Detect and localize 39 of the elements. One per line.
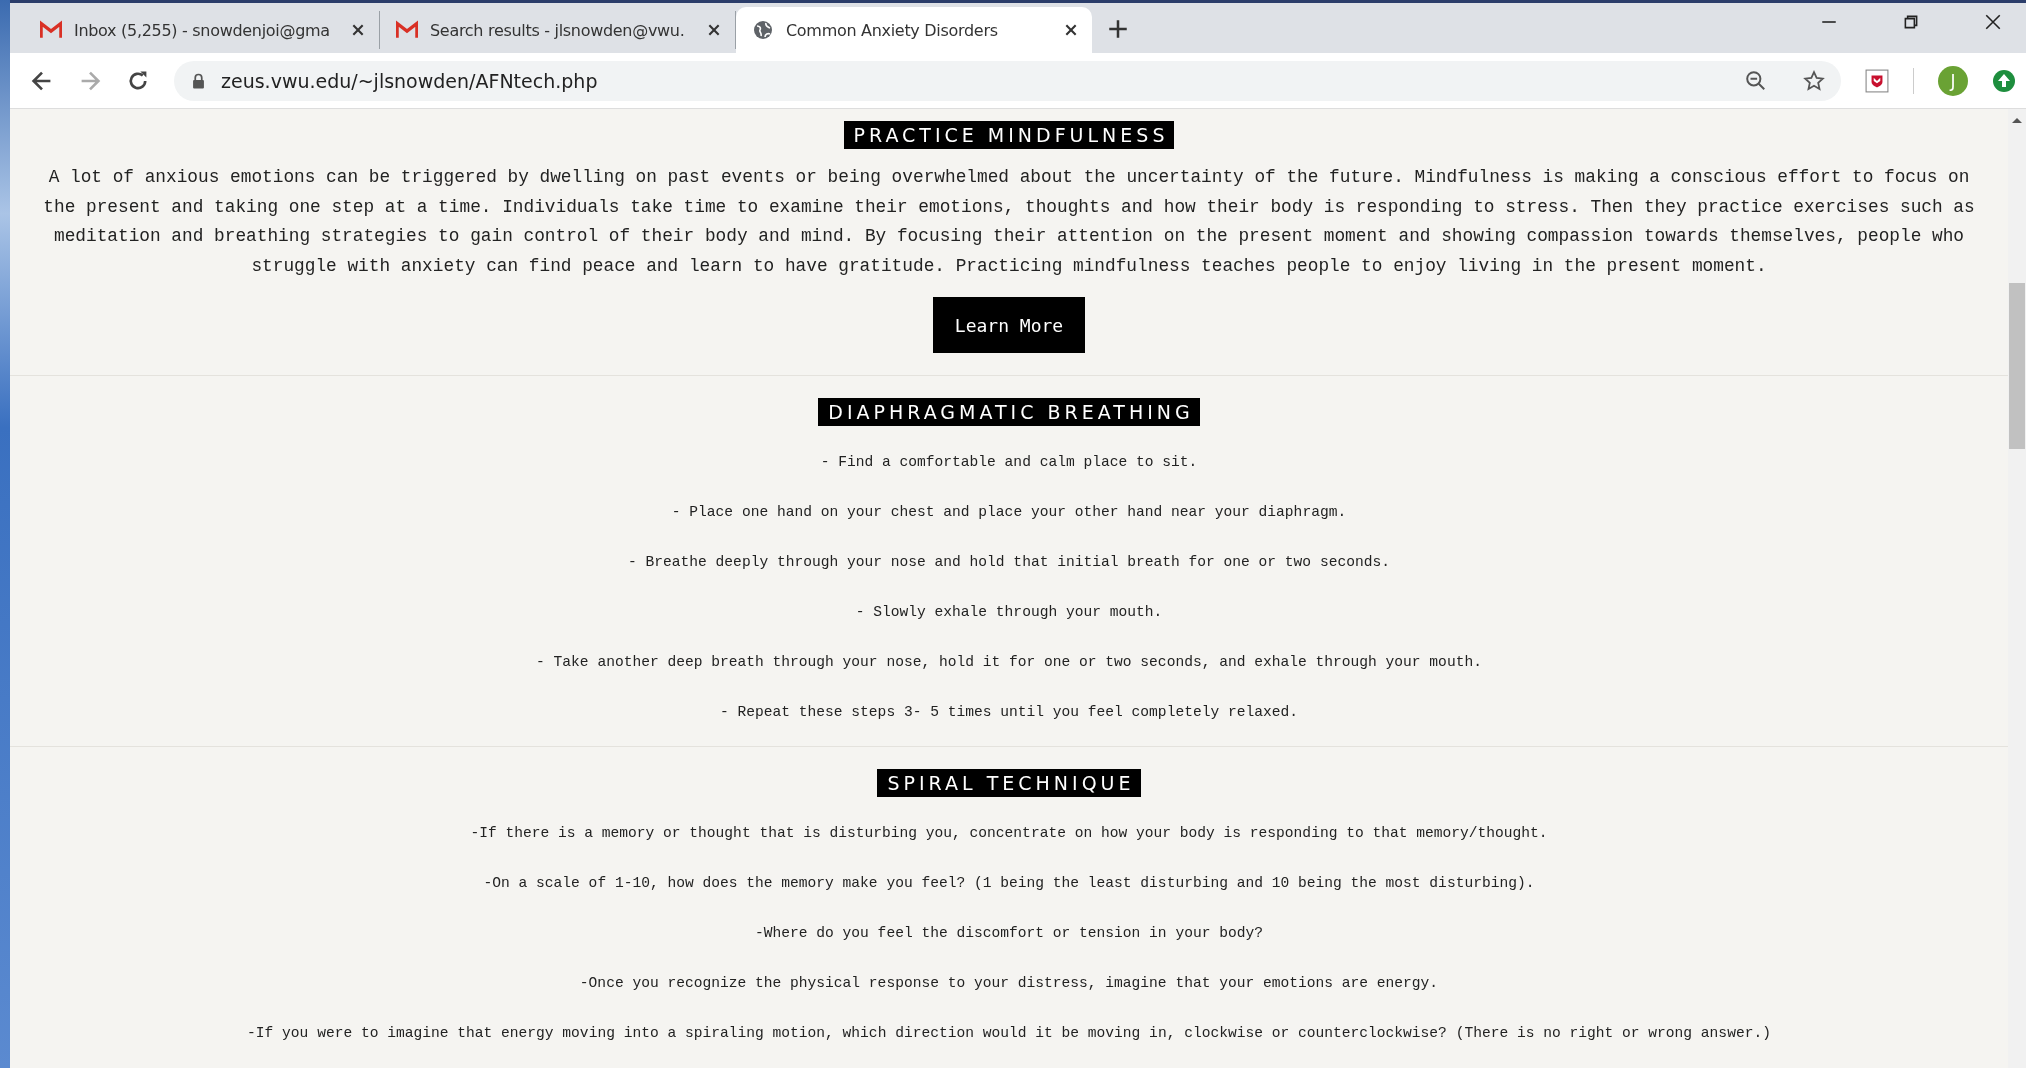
step-text: -If you were to imagine that energy moving into a spiraling motion, which direction would it be moving in, clockwise or counterclockwise? (There is no right or wrong answer.) <box>247 1024 1771 1043</box>
step-text: - Place one hand on your chest and place your other hand near your diaphragm. <box>671 503 1347 522</box>
step-text: - Repeat these steps 3- 5 times until you feel completely relaxed. <box>720 703 1298 722</box>
section-heading: SPIRAL TECHNIQUE <box>877 769 1141 797</box>
step-text: -Once you recognize the physical response to your distress, imagine that your emotions are energy. <box>579 974 1439 993</box>
step-text: -If there is a memory or thought that is disturbing you, concentrate on how your body is responding to that memory/thought. <box>470 824 1548 843</box>
shield-extension-icon[interactable] <box>1865 68 1889 93</box>
globe-icon <box>752 20 774 40</box>
update-icon[interactable] <box>1992 68 2016 93</box>
star-icon[interactable] <box>1803 69 1825 92</box>
step-text: -On a scale of 1-10, how does the memory make you feel? (1 being the least disturbing and 10 being the most disturbing). <box>483 874 1535 893</box>
step-text: - Take another deep breath through your nose, hold it for one or two seconds, and exhale through your mouth. <box>536 653 1482 672</box>
zoom-out-icon[interactable] <box>1745 69 1767 92</box>
section-heading: PRACTICE MINDFULNESS <box>843 121 1175 149</box>
close-icon[interactable] <box>351 23 365 37</box>
step-text: -Where do you feel the discomfort or tension in your body? <box>755 924 1263 943</box>
close-icon[interactable] <box>707 23 721 37</box>
browser-tab[interactable]: Inbox (5,255) - snowdenjoi@gma <box>24 11 380 49</box>
learn-more-button[interactable]: Learn More <box>933 297 1085 353</box>
browser-tab[interactable]: Common Anxiety Disorders <box>736 7 1092 53</box>
body-paragraph: A lot of anxious emotions can be triggered by dwelling on past events or being overwhelmed about the uncertainty of the future. Mindfulness is making a conscious effort to focus on the present and taking one step at a time. Individuals take time to examine their emotions, thoughts and how their body is responding to stress. Then they practice exercises such as meditation and breathing strategies to gain control of their body and mind. By focusing their attention on the present moment and showing compassion towards themselves, people who struggle with anxiety can find peace and learn to have gratitude. Practicing mindfulness teaches people to enjoy living in the present moment. <box>42 166 1976 278</box>
tab-title: Inbox (5,255) - snowdenjoi@gma <box>74 20 331 40</box>
close-icon[interactable] <box>1984 13 2002 31</box>
step-text: - Find a comfortable and calm place to sit. <box>820 453 1198 472</box>
new-tab-icon[interactable] <box>1108 19 1128 39</box>
section-heading: DIAPHRAGMATIC BREATHING <box>818 398 1200 426</box>
scroll-up-icon[interactable] <box>2012 117 2022 123</box>
scrollbar-thumb[interactable] <box>2009 283 2025 449</box>
mail-icon <box>40 20 62 40</box>
lock-icon <box>192 72 205 89</box>
step-text: - Breathe deeply through your nose and hold that initial breath for one or two seconds. <box>628 553 1390 572</box>
mail-icon <box>396 20 418 40</box>
step-text: - Slowly exhale through your mouth. <box>855 603 1163 622</box>
close-icon[interactable] <box>1064 23 1078 37</box>
address-bar[interactable]: zeus.vwu.edu/~jlsnowden/AFNtech.php <box>174 60 1841 101</box>
tab-title: Common Anxiety Disorders <box>786 20 999 40</box>
restore-icon[interactable] <box>1902 13 1920 31</box>
scrollbar[interactable] <box>2008 109 2026 1068</box>
tab-title: Search results - jlsnowden@vwu. <box>430 20 686 40</box>
